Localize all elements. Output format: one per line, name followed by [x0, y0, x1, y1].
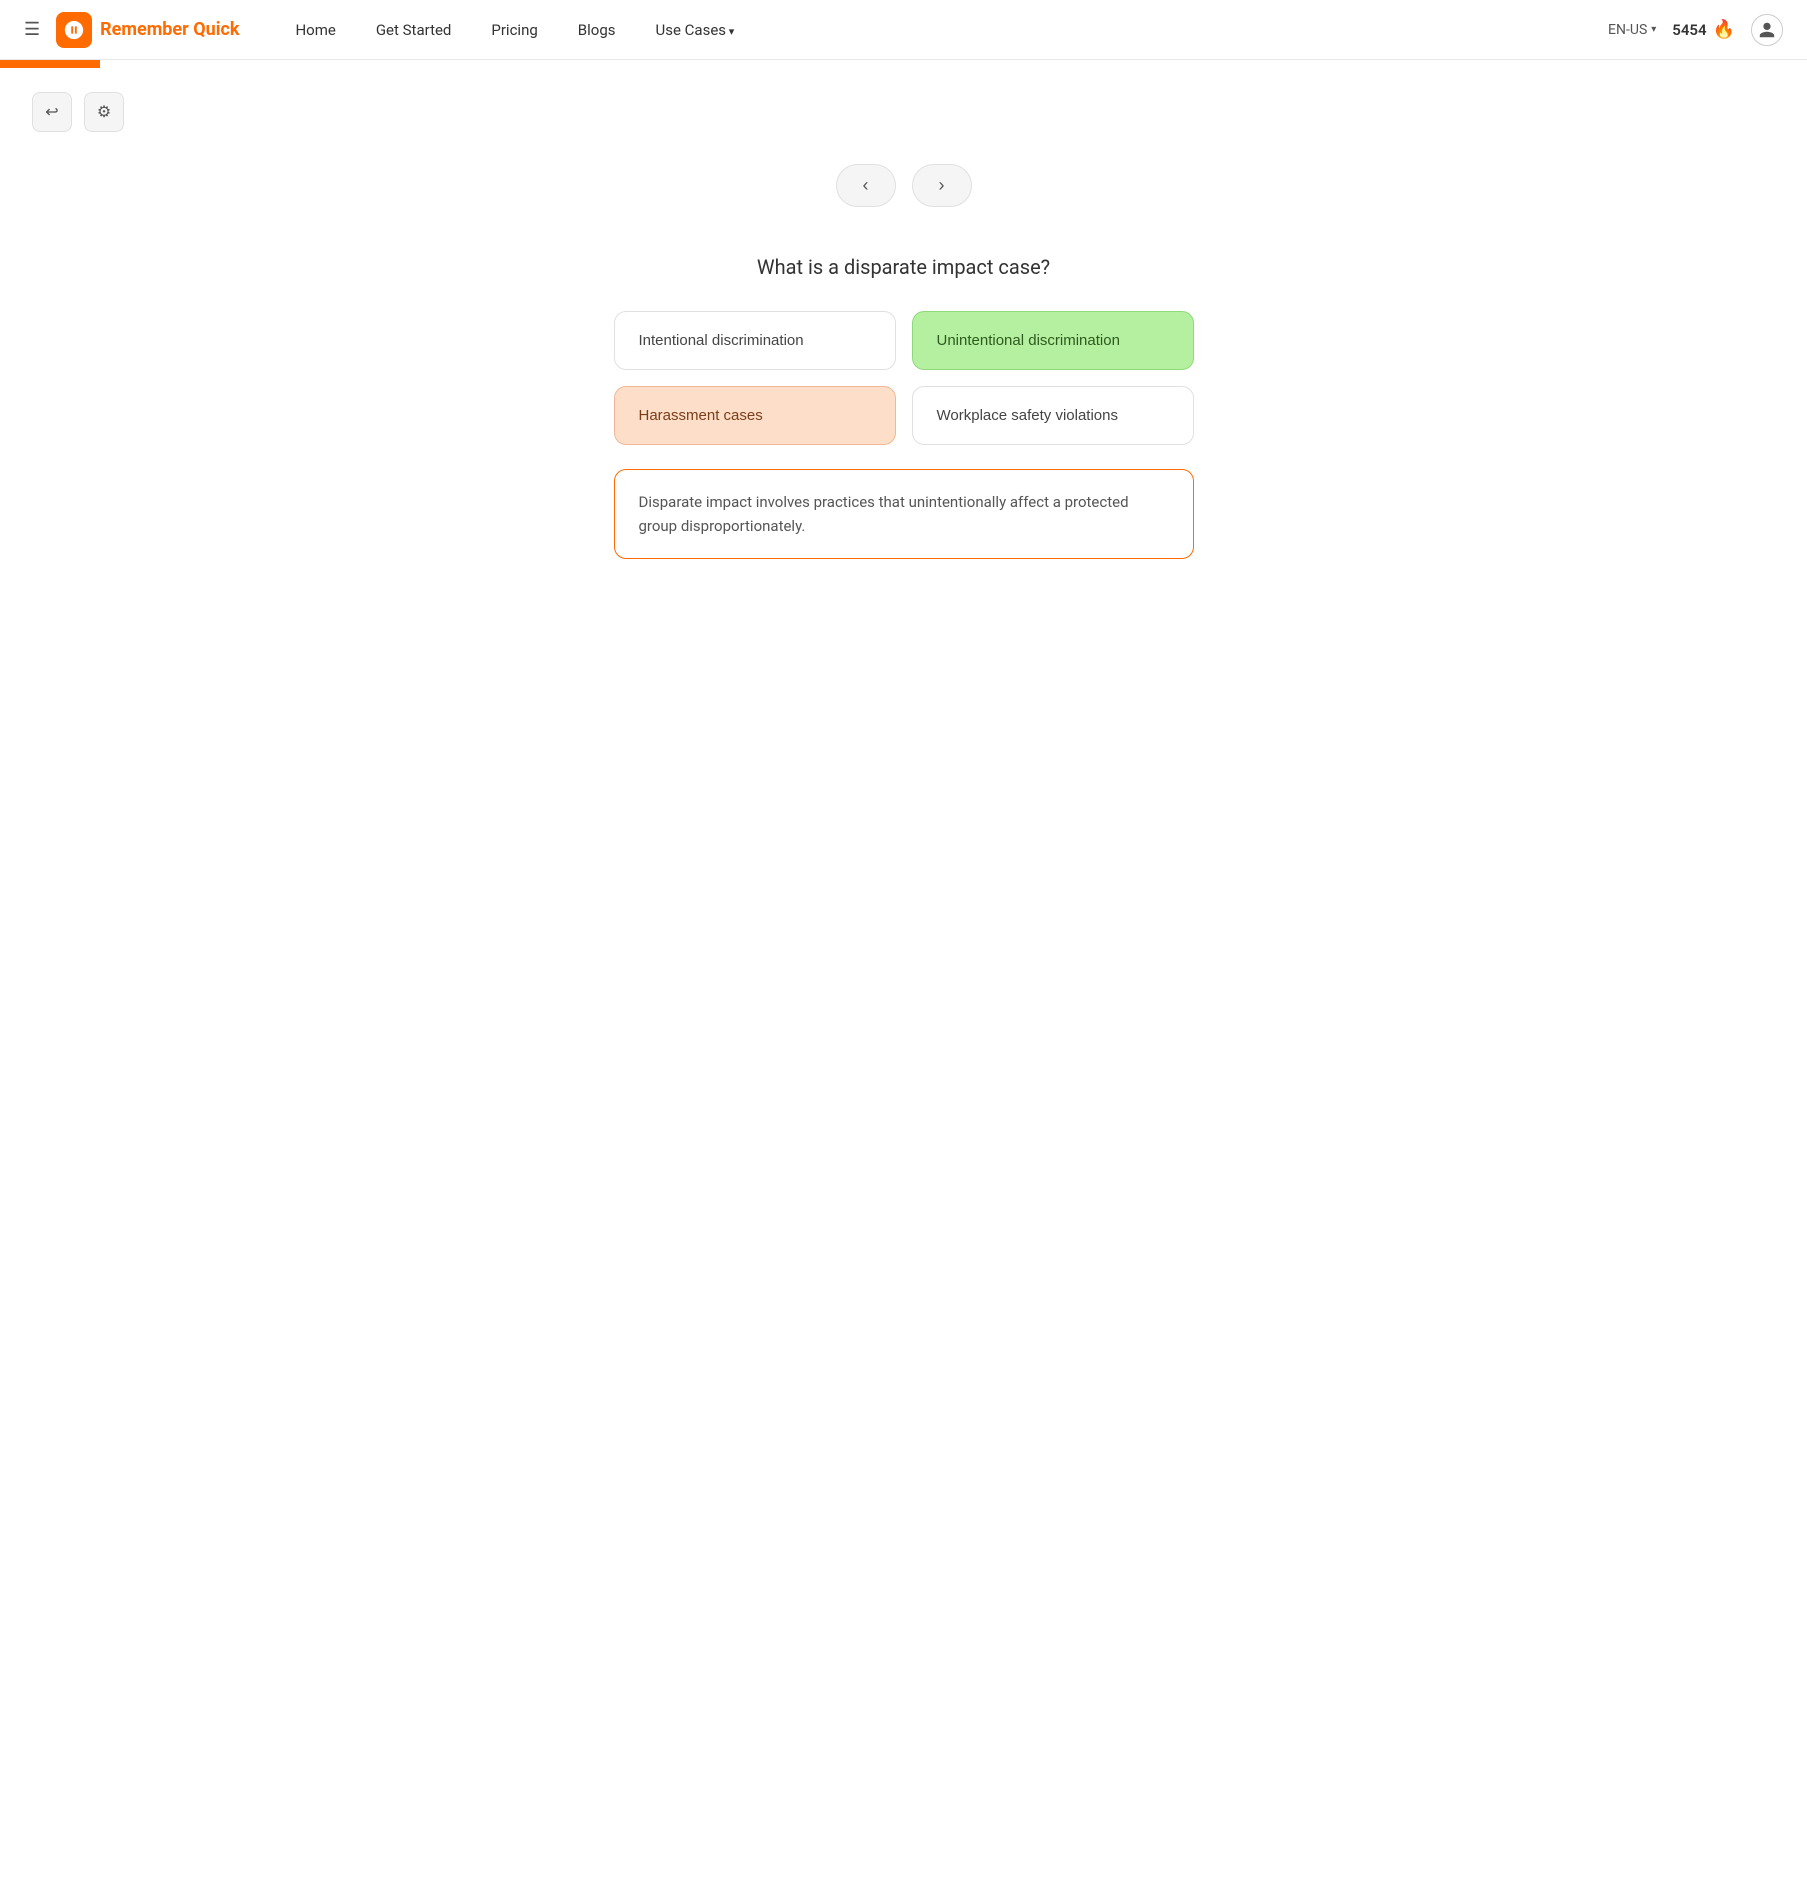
- nav-get-started[interactable]: Get Started: [360, 13, 468, 47]
- language-selector[interactable]: EN-US: [1608, 22, 1656, 38]
- toolbar: ↩ ⚙: [32, 92, 1775, 132]
- nav-home[interactable]: Home: [279, 13, 351, 47]
- nav-links: Home Get Started Pricing Blogs Use Cases: [279, 13, 1608, 47]
- settings-button[interactable]: ⚙: [84, 92, 124, 132]
- prev-button[interactable]: ‹: [836, 164, 896, 207]
- progress-bar: [0, 60, 100, 68]
- nav-arrows: ‹ ›: [32, 164, 1775, 207]
- nav-use-cases[interactable]: Use Cases: [640, 13, 751, 47]
- hamburger-menu[interactable]: ☰: [24, 19, 40, 40]
- option-harassment-cases[interactable]: Harassment cases: [614, 386, 896, 445]
- navbar: ☰ Remember Quick Home Get Started Pricin…: [0, 0, 1807, 60]
- option-workplace-safety[interactable]: Workplace safety violations: [912, 386, 1194, 445]
- quiz-section: What is a disparate impact case? Intenti…: [614, 255, 1194, 559]
- option-label: Intentional discrimination: [639, 332, 804, 349]
- back-icon: ↩: [45, 102, 58, 122]
- credits-display: 5454 🔥: [1672, 19, 1735, 40]
- prev-icon: ‹: [863, 175, 869, 196]
- credits-value: 5454: [1672, 21, 1706, 39]
- settings-icon: ⚙: [97, 102, 111, 122]
- option-label: Harassment cases: [639, 407, 763, 424]
- quiz-question: What is a disparate impact case?: [614, 255, 1194, 279]
- content-area: ↩ ⚙ ‹ › What is a disparate impact case?…: [0, 68, 1807, 583]
- option-intentional-discrimination[interactable]: Intentional discrimination: [614, 311, 896, 370]
- explanation-box: Disparate impact involves practices that…: [614, 469, 1194, 559]
- back-button[interactable]: ↩: [32, 92, 72, 132]
- option-label: Unintentional discrimination: [937, 332, 1120, 349]
- option-label: Workplace safety violations: [937, 407, 1118, 424]
- logo-svg: [63, 19, 85, 41]
- explanation-text: Disparate impact involves practices that…: [639, 493, 1129, 535]
- logo-icon: [56, 12, 92, 48]
- logo-text: Remember Quick: [100, 19, 239, 40]
- user-avatar[interactable]: [1751, 14, 1783, 46]
- nav-blogs[interactable]: Blogs: [562, 13, 632, 47]
- nav-pricing[interactable]: Pricing: [475, 13, 553, 47]
- logo[interactable]: Remember Quick: [56, 12, 239, 48]
- next-icon: ›: [939, 175, 945, 196]
- option-unintentional-discrimination[interactable]: Unintentional discrimination: [912, 311, 1194, 370]
- credits-icon: 🔥: [1713, 19, 1735, 40]
- nav-right: EN-US 5454 🔥: [1608, 14, 1783, 46]
- quiz-options: Intentional discrimination Unintentional…: [614, 311, 1194, 445]
- next-button[interactable]: ›: [912, 164, 972, 207]
